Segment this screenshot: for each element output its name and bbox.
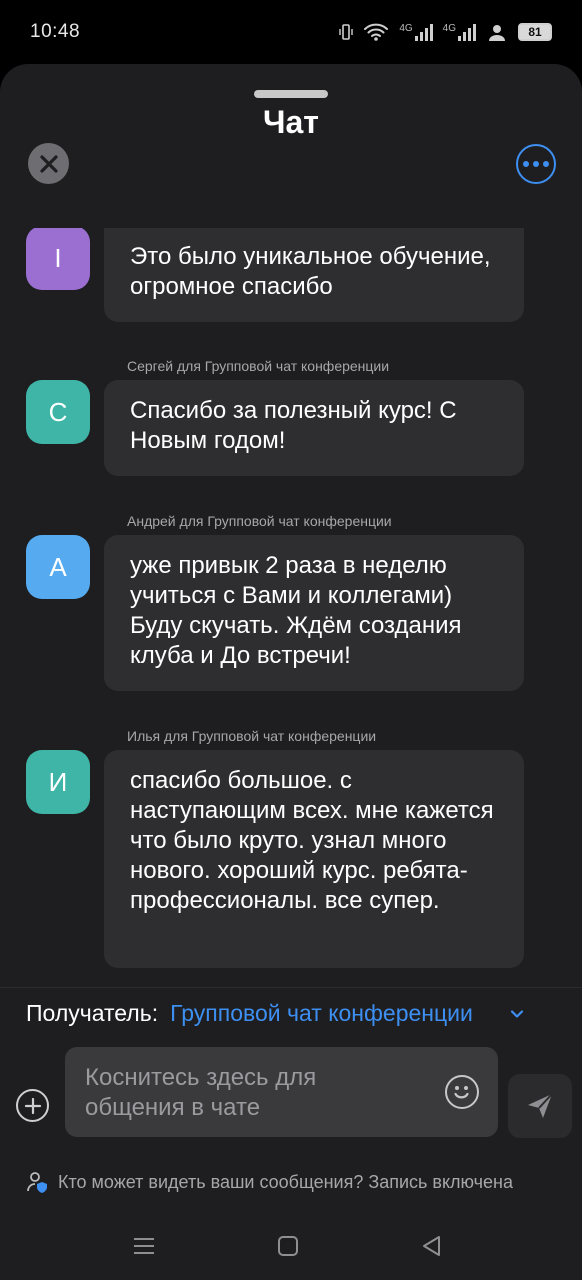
home-icon[interactable] [276, 1234, 300, 1258]
status-bar: 10:48 4G 4G 81 [0, 0, 582, 64]
user-shield-icon [27, 1172, 47, 1193]
signal-bars-icon [414, 23, 433, 41]
chevron-down-icon[interactable] [510, 1007, 524, 1021]
privacy-notice[interactable]: Кто может видеть ваши сообщения? Запись … [26, 1170, 513, 1194]
status-icons: 4G 4G 81 [339, 22, 552, 42]
more-options-button[interactable] [516, 144, 556, 184]
recipient-value[interactable]: Групповой чат конференции [170, 1000, 504, 1027]
message-sender: Андрей для Групповой чат конференции [127, 513, 392, 529]
system-nav-bar [0, 1220, 582, 1280]
battery-indicator: 81 [518, 23, 552, 41]
plus-icon [24, 1097, 41, 1114]
message-bubble: уже привык 2 раза в неделю учиться с Вам… [104, 535, 524, 691]
signal-2: 4G [443, 23, 476, 41]
recipient-selector[interactable]: Получатель: Групповой чат конференции [26, 1000, 524, 1027]
back-icon[interactable] [420, 1234, 444, 1258]
close-button[interactable] [28, 143, 69, 184]
status-time: 10:48 [30, 21, 81, 42]
network-type-label-2: 4G [442, 23, 456, 34]
message-input[interactable]: Коснитесь здесь для общения в чате [65, 1047, 498, 1137]
signal-bars-icon [458, 23, 476, 41]
composer-divider [0, 987, 582, 988]
smiley-icon [454, 1086, 469, 1099]
message-sender: Сергей для Групповой чат конференции [127, 358, 390, 374]
message-list[interactable]: I Это было уникальное обучение, огромное… [0, 228, 582, 988]
hotspot-user-icon [489, 25, 505, 41]
emoji-button[interactable] [445, 1075, 479, 1109]
menu-icon[interactable] [132, 1234, 156, 1258]
message-bubble: Это было уникальное обучение, огромное с… [104, 228, 524, 322]
avatar: И [26, 750, 90, 814]
wifi-icon [364, 23, 389, 41]
close-icon [39, 154, 58, 173]
message-input-placeholder: Коснитесь здесь для общения в чате [85, 1064, 317, 1121]
signal-1: 4G [399, 23, 433, 41]
recipient-label: Получатель: [26, 1000, 159, 1026]
message-bubble: спасибо большое. с наступающим всех. мне… [104, 750, 524, 968]
more-dot [543, 161, 549, 167]
avatar: А [26, 535, 90, 599]
message-sender: Илья для Групповой чат конференции [127, 728, 377, 744]
page-title: Чат [263, 104, 319, 140]
send-button[interactable] [508, 1074, 572, 1138]
avatar: I [26, 228, 90, 290]
privacy-text: Кто может видеть ваши сообщения? Запись … [58, 1171, 514, 1192]
add-attachment-button[interactable] [16, 1089, 49, 1122]
send-icon [528, 1093, 553, 1118]
network-type-label-1: 4G [399, 23, 413, 34]
vibrate-icon [339, 24, 354, 40]
sheet-drag-handle[interactable] [254, 90, 328, 98]
avatar: С [26, 380, 90, 444]
chat-sheet: Чат I Это было уникальное обучение, огро… [0, 64, 582, 1280]
message-bubble: Спасибо за полезный курс! С Новым годом! [104, 380, 524, 476]
more-dot [533, 161, 539, 167]
more-dot [523, 161, 529, 167]
